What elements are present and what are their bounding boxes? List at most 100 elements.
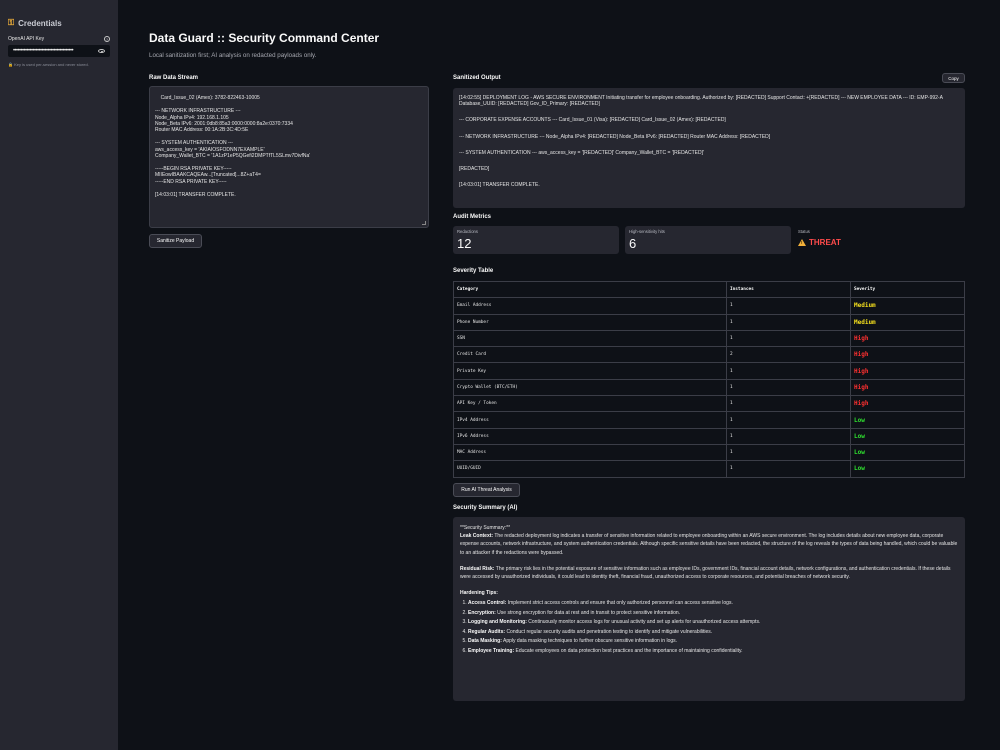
table-row: SSN 1 High: [453, 329, 965, 347]
tip-title: Regular Audits:: [468, 628, 506, 635]
tip-text: Implement strict access controls and ens…: [507, 600, 733, 607]
show-password-icon[interactable]: [98, 49, 105, 53]
redactions-label: Redactions: [457, 229, 478, 234]
cell-instances: 1: [726, 297, 851, 315]
raw-data-text: Card_Issue_02 (Amex): 3782-822463-10005 …: [155, 95, 311, 198]
cell-category: MAC Address: [453, 443, 727, 461]
resize-handle-icon[interactable]: [422, 221, 426, 225]
list-item: Data Masking: Apply data masking techniq…: [468, 637, 958, 645]
severity-table-body: Email Address 1 Medium Phone Number 1 Medium S…: [453, 297, 965, 478]
tip-text: Conduct regular security audits and pene…: [506, 628, 713, 635]
table-row: Email Address 1 Medium: [453, 297, 965, 315]
table-row: UUID/GUID 1 Low: [453, 460, 965, 478]
cell-instances: 1: [726, 427, 851, 445]
output-line: [14:03:01] TRANSFER COMPLETE.: [459, 182, 540, 189]
output-line: --- CORPORATE EXPENSE ACCOUNTS --- Card_…: [459, 117, 726, 124]
cell-category: Email Address: [453, 297, 727, 315]
table-row: IPv4 Address 1 Low: [453, 411, 965, 429]
sidebar-header: ⚿ Credentials: [8, 18, 110, 28]
main-content: Data Guard :: Security Command Center Lo…: [118, 0, 1000, 750]
cell-severity: High: [850, 346, 965, 363]
output-line: [REDACTED]: [459, 166, 490, 173]
lock-icon: 🔒: [8, 62, 13, 67]
tip-text: Use strong encryption for data at rest a…: [497, 609, 681, 616]
status-label: Status: [798, 229, 810, 234]
high-sensitivity-metric: High-sensitivity hits 6: [625, 226, 791, 254]
cell-category: IPv4 Address: [453, 411, 727, 429]
sanitized-output-box: [14:02:55] DEPLOYMENT LOG - AWS SECURE E…: [453, 88, 965, 208]
raw-data-textarea[interactable]: Card_Issue_02 (Amex): 3782-822463-10005 …: [149, 86, 429, 228]
cell-instances: 2: [726, 346, 851, 363]
cell-severity: Low: [850, 460, 965, 478]
cell-category: IPv6 Address: [453, 427, 727, 445]
table-row: IPv6 Address 1 Low: [453, 427, 965, 445]
table-row: Crypto Wallet (BTC/ETH) 1 High: [453, 378, 965, 396]
residual-risk-text: The primary risk lies in the potential e…: [460, 565, 951, 581]
hardening-tips-list: Access Control: Implement strict access …: [460, 599, 958, 655]
list-item: Logging and Monitoring: Continuously mon…: [468, 618, 958, 626]
api-key-label: OpenAI API Key: [8, 36, 45, 42]
redactions-value: 12: [457, 236, 472, 251]
output-line: --- SYSTEM AUTHENTICATION --- aws_access…: [459, 149, 704, 156]
warning-icon: [798, 239, 806, 246]
security-summary-box: **Security Summary:** Leak Context: The …: [453, 517, 965, 701]
cell-severity: Low: [850, 443, 965, 461]
hardening-tips-heading: Hardening Tips:: [460, 590, 498, 597]
cell-instances: 1: [726, 378, 851, 396]
severity-table: Category Instances Severity Email Addres…: [453, 281, 965, 478]
tip-text: Continuously monitor access logs for unu…: [528, 619, 761, 626]
api-key-note: 🔒 Key is used per-session and never stor…: [8, 62, 110, 67]
cell-severity: Low: [850, 427, 965, 445]
cell-category: API Key / Token: [453, 395, 727, 412]
cell-instances: 1: [726, 313, 851, 331]
cell-category: UUID/GUID: [453, 460, 727, 478]
tip-title: Data Masking:: [468, 638, 502, 645]
cell-instances: 1: [726, 411, 851, 429]
table-row: Credit Card 2 High: [453, 346, 965, 363]
page-title: Data Guard :: Security Command Center: [149, 31, 380, 45]
help-icon[interactable]: ?: [104, 36, 110, 42]
status-badge: THREAT: [798, 238, 841, 247]
output-line: [14:02:55] DEPLOYMENT LOG - AWS SECURE E…: [459, 95, 943, 108]
hardening-tips-title: Hardening Tips:: [460, 589, 958, 597]
page-subtitle: Local sanitization first; AI analysis on…: [149, 52, 317, 59]
column-header-category[interactable]: Category: [453, 281, 727, 298]
cell-instances: 1: [726, 460, 851, 478]
table-row: MAC Address 1 Low: [453, 443, 965, 461]
tip-title: Employee Training:: [468, 647, 515, 654]
api-key-label-row: OpenAI API Key ?: [8, 36, 110, 42]
tip-title: Access Control:: [468, 600, 507, 607]
tip-text: Educate employees on data protection bes…: [515, 647, 743, 654]
column-header-severity[interactable]: Severity: [851, 282, 965, 298]
cell-category: Crypto Wallet (BTC/ETH): [453, 378, 727, 396]
tip-title: Encryption:: [468, 609, 496, 616]
residual-risk-title: Residual Risk:: [460, 565, 495, 572]
security-summary-label: Security Summary (AI): [453, 505, 518, 511]
cell-instances: 1: [726, 395, 851, 412]
cell-severity: High: [850, 362, 965, 380]
cell-severity: Low: [850, 411, 965, 429]
leak-context-paragraph: Leak Context: The redacted deployment lo…: [460, 532, 958, 557]
cell-category: Private Key: [453, 362, 727, 380]
cell-category: SSN: [453, 329, 727, 347]
summary-heading: **Security Summary:**: [460, 525, 511, 531]
redactions-metric: Redactions 12: [453, 226, 619, 254]
high-sensitivity-value: 6: [629, 236, 637, 251]
table-row: Phone Number 1 Medium: [453, 313, 965, 331]
output-line: --- NETWORK INFRASTRUCTURE --- Node_Alph…: [459, 133, 771, 140]
run-ai-analysis-button[interactable]: Run AI Threat Analysis: [453, 483, 520, 497]
sidebar: ⚿ Credentials OpenAI API Key ? •••••••••…: [0, 0, 118, 750]
table-row: Private Key 1 High: [453, 362, 965, 380]
cell-severity: Medium: [850, 313, 965, 331]
cell-severity: High: [850, 378, 965, 396]
sanitize-button[interactable]: Sanitize Payload: [149, 234, 202, 248]
sanitized-output-label: Sanitized Output: [453, 75, 501, 81]
column-header-instances[interactable]: Instances: [726, 281, 851, 298]
api-key-value: ••••••••••••••••••••••••••••••••••••••••: [13, 48, 74, 54]
high-sensitivity-label: High-sensitivity hits: [629, 229, 665, 234]
residual-risk-paragraph: Residual Risk: The primary risk lies in …: [460, 565, 958, 581]
cell-severity: Medium: [850, 297, 965, 315]
api-key-input[interactable]: ••••••••••••••••••••••••••••••••••••••••: [8, 45, 110, 57]
status-value: THREAT: [809, 238, 841, 247]
copy-button[interactable]: Copy: [942, 73, 965, 83]
